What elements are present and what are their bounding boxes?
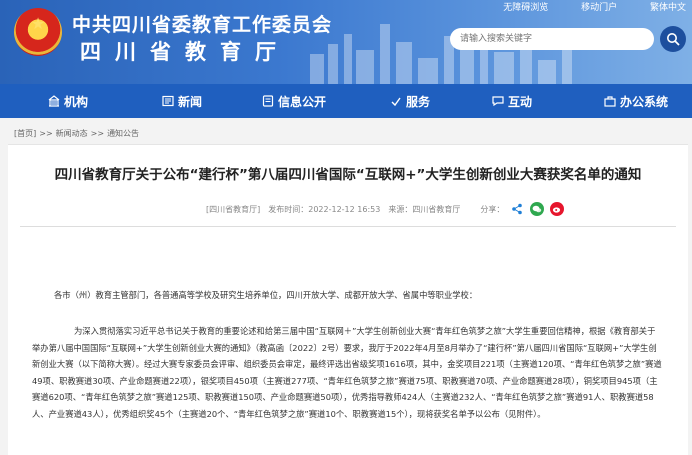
nav-item-news[interactable]: 新闻 [162,84,202,118]
nav-item-service[interactable]: 服务 [390,84,430,118]
nav-label: 办公系统 [620,94,669,109]
meta-divider [20,226,676,227]
office-icon [604,96,616,107]
breadcrumb: [首页] >> 新闻动态 >> 通知公告 [14,129,140,138]
news-icon [162,95,174,107]
site-subtitle: 四川省教育厅 [80,39,290,64]
breadcrumb-notices[interactable]: 通知公告 [107,129,139,138]
share-icon[interactable] [510,202,525,216]
weibo-icon[interactable] [550,202,565,216]
chat-icon [492,96,504,107]
wechat-icon[interactable] [530,202,545,216]
top-link-accessibility[interactable]: 无障碍浏览 [503,3,548,13]
nav-item-institution[interactable]: 机构 [48,84,88,118]
search-button[interactable] [660,26,686,52]
nav-label: 新闻 [178,94,203,109]
meta-source: [四川省教育厅] [206,204,261,214]
article-title: 四川省教育厅关于公布“建行杯”第八届四川省国际“互联网+”大学生创新创业大赛获奖… [54,167,642,183]
breadcrumb-news[interactable]: 新闻动态 [56,129,88,138]
body-paragraph: 为深入贯彻落实习近平总书记关于教育的重要论述和给第三届中国“互联网＋”大学生创新… [32,323,662,422]
meta-origin: 来源：四川省教育厅 [388,204,461,214]
nav-item-office-system[interactable]: 办公系统 [604,84,668,118]
main-nav: 机构 新闻 信息公开 服务 互动 办公系统 [0,84,692,118]
salutation-paragraph: 各市（州）教育主管部门，各普通高等学校及研究生培养单位，四川开放大学、成都开放大… [54,290,478,300]
meta-date: 发布时间：2022-12-12 16:53 [268,204,381,214]
nav-label: 服务 [406,94,431,109]
search-icon [667,33,680,46]
top-link-mobile[interactable]: 移动门户 [581,3,617,13]
search-input[interactable] [450,28,654,50]
national-emblem-logo: ★ [14,8,62,56]
nav-item-info-disclosure[interactable]: 信息公开 [262,84,326,118]
site-header: ★ 中共四川省委教育工作委员会 四川省教育厅 无障碍浏览 移动门户 繁体中文 [0,0,692,84]
top-links: 无障碍浏览 移动门户 繁体中文 [473,0,686,13]
service-icon [391,97,401,107]
info-icon [262,95,274,107]
breadcrumb-separator: >> [90,129,105,138]
breadcrumb-home[interactable]: 首页 [17,129,33,138]
breadcrumb-separator: >> [39,129,53,138]
article-meta: [四川省教育厅] 发布时间：2022-12-12 16:53 来源：四川省教育厅… [206,199,566,219]
nav-label: 机构 [64,94,89,109]
article-card: 四川省教育厅关于公布“建行杯”第八届四川省国际“互联网+”大学生创新创业大赛获奖… [8,144,688,455]
meta-share-label: 分享： [480,204,505,214]
body-text: 为深入贯彻落实习近平总书记关于教育的重要论述和给第三届中国“互联网＋”大学生创新… [32,326,662,419]
nav-label: 信息公开 [278,94,327,109]
star-icon: ★ [30,14,46,33]
nav-item-interaction[interactable]: 互动 [492,84,532,118]
top-link-traditional[interactable]: 繁体中文 [650,3,686,13]
nav-label: 互动 [508,94,533,109]
building-icon [48,95,60,107]
site-title: 中共四川省委教育工作委员会 [72,14,333,36]
